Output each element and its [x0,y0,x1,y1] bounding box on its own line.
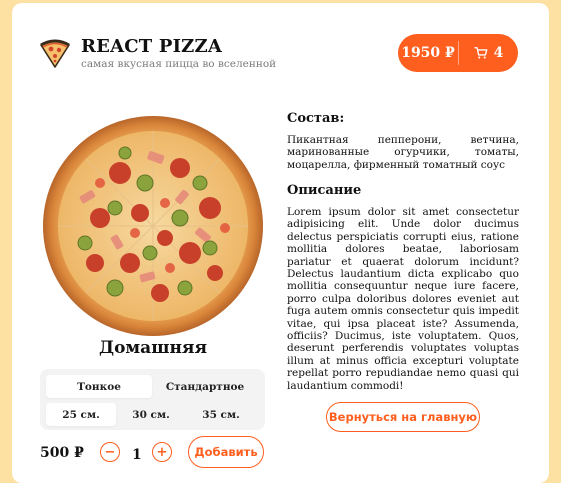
pizza-options-selector: Тонкое Стандартное 25 см. 30 см. 35 см. [40,369,265,430]
decrease-quantity-button[interactable]: − [100,442,120,462]
type-option-thin[interactable]: Тонкое [46,375,152,398]
size-row: 25 см. 30 см. 35 см. [46,403,256,426]
dough-type-row: Тонкое Стандартное [46,375,258,398]
pizza-image [43,116,263,336]
brand-title: REACT PIZZA [81,36,223,57]
back-to-home-button[interactable]: Вернуться на главную [326,402,480,432]
add-to-cart-button[interactable]: Добавить [188,436,264,468]
cart-button[interactable]: 1950 ₽ 4 [398,34,518,72]
pizza-logo-icon[interactable] [38,36,72,70]
size-option-25[interactable]: 25 см. [46,403,116,426]
composition-text: Пикантная пепперони, ветчина, маринованн… [287,134,519,171]
cart-icon [473,47,488,59]
pizza-name: Домашняя [98,338,208,358]
quantity-value: 1 [132,447,142,463]
product-price: 500 ₽ [40,445,84,461]
cart-count: 4 [493,45,504,61]
description-text: Lorem ipsum dolor sit amet consectetur a… [287,206,519,392]
size-option-35[interactable]: 35 см. [186,403,256,426]
size-option-30[interactable]: 30 см. [116,403,186,426]
type-option-standard[interactable]: Стандартное [152,375,258,398]
increase-quantity-button[interactable]: + [152,442,172,462]
cart-count-wrap: 4 [459,45,518,61]
composition-heading: Состав: [287,111,345,126]
main-card: REACT PIZZA самая вкусная пицца во вселе… [12,3,549,483]
brand-subtitle: самая вкусная пицца во вселенной [81,58,277,70]
cart-total-price: 1950 ₽ [401,45,455,61]
description-heading: Описание [287,183,362,198]
